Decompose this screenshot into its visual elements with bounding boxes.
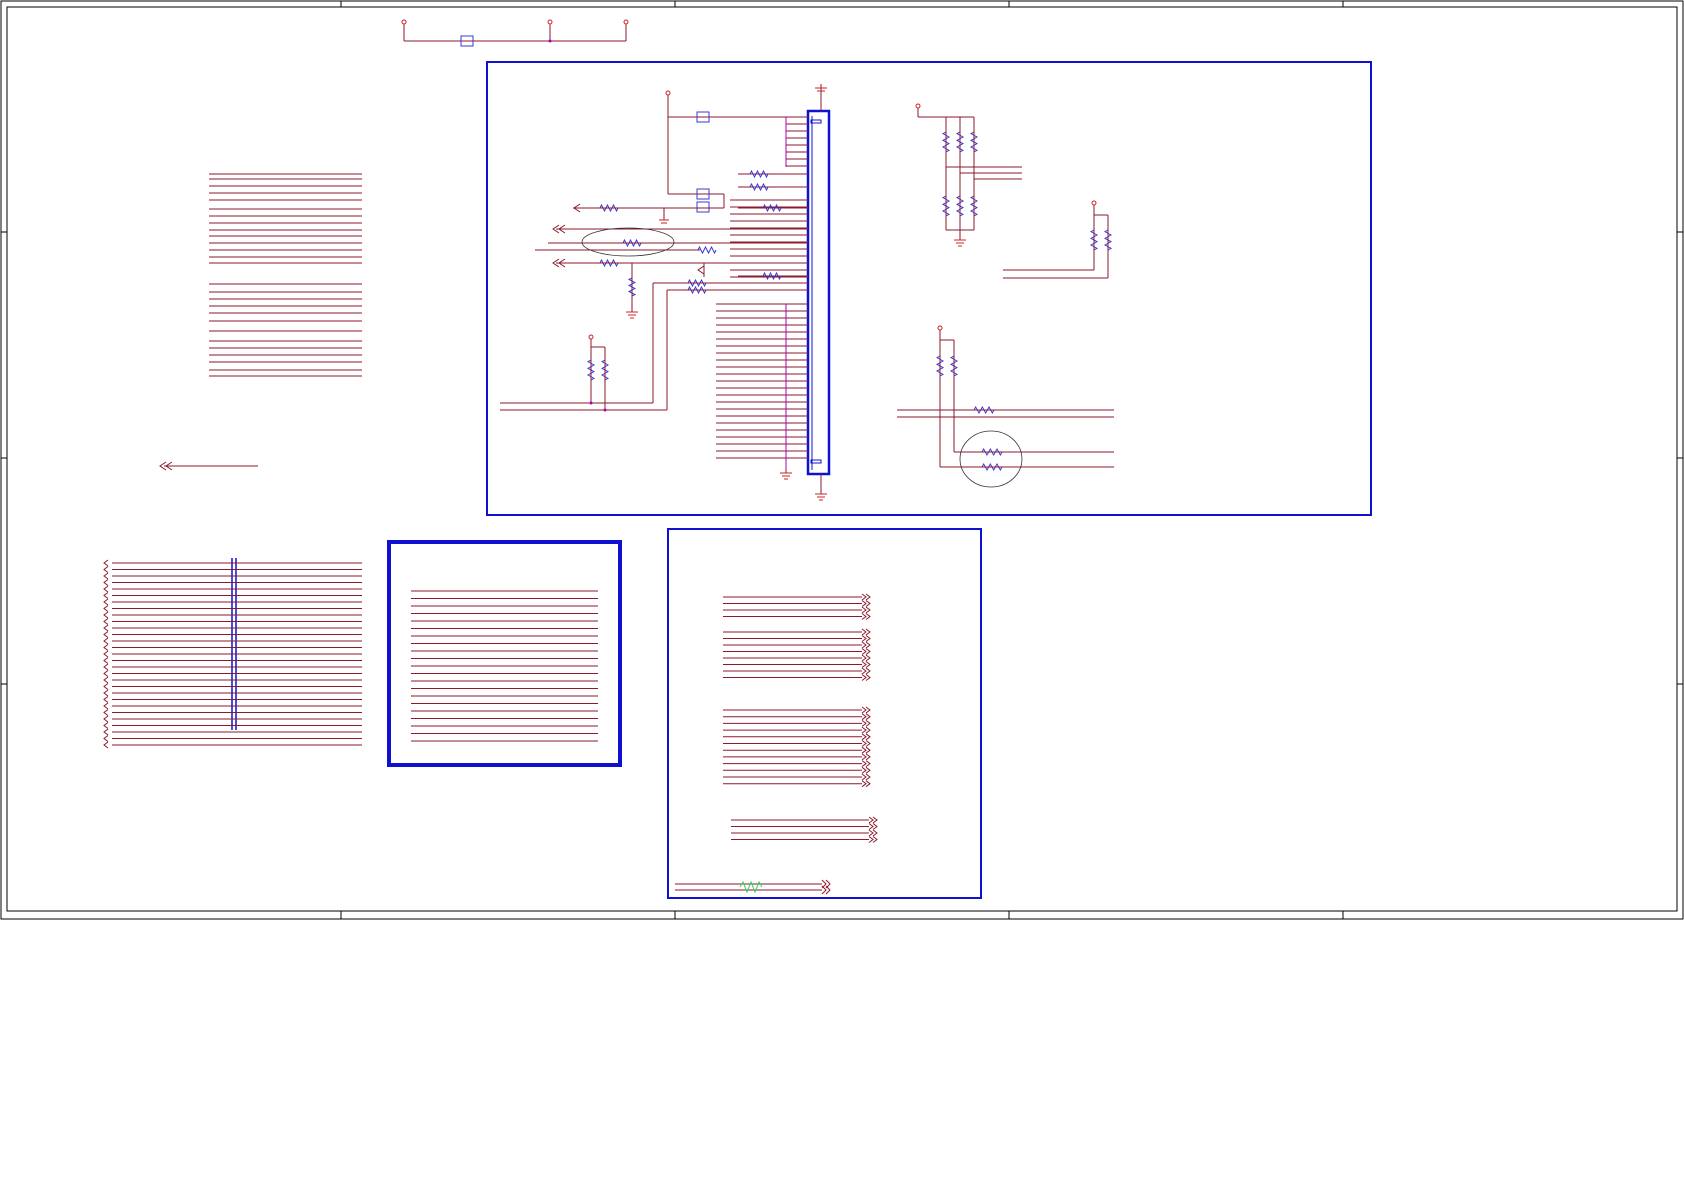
- resistor-icon: [762, 271, 782, 281]
- top-power-rail: [401, 19, 629, 47]
- power-port-icon: [401, 19, 407, 25]
- offpage-connector-icon: [103, 676, 109, 684]
- lower-left-nets: [500, 282, 808, 412]
- offpage-connector-icon: [103, 657, 109, 664]
- offpage-connector-icon: [103, 689, 109, 697]
- resistor-icon: [749, 169, 769, 179]
- connector-header-icon: [806, 109, 831, 476]
- offpage-connector-icon: [103, 572, 109, 580]
- bus-block: [387, 540, 622, 767]
- drawing-frame: [0, 0, 1684, 920]
- offpage-connector-icon: [861, 766, 871, 774]
- header-pin-wires: [716, 116, 808, 480]
- offpage-connector-icon: [103, 683, 109, 690]
- offpage-connector-icon: [861, 635, 871, 642]
- offpage-connector-icon: [103, 585, 109, 593]
- offpage-connector-icon: [861, 674, 871, 681]
- offpage-connector-icon: [103, 598, 109, 606]
- offpage-connector-icon: [861, 760, 871, 767]
- offpage-connector-icon: [103, 650, 109, 658]
- offpage-connector-icon: [861, 654, 871, 662]
- power-port-icon: [623, 19, 629, 25]
- offpage-connector-icon: [103, 566, 109, 573]
- offpage-connector-icon: [103, 592, 109, 599]
- offpage-connector-icon: [103, 644, 109, 651]
- offpage-connector-icon: [861, 613, 871, 620]
- offpage-connector-icon: [861, 713, 871, 721]
- pullup-array: [915, 103, 1022, 247]
- offpage-connector-icon: [103, 618, 109, 625]
- left-upper-net-list: [209, 173, 362, 377]
- offpage-connector-icon: [861, 706, 871, 714]
- resistor-icon: [762, 203, 782, 213]
- offpage-connector-icon: [868, 816, 878, 824]
- offpage-connector-icon: [861, 753, 871, 761]
- offpage-connector-icon: [103, 605, 109, 612]
- offpage-connector-icon: [103, 579, 109, 586]
- ground-icon: [815, 84, 827, 111]
- offpage-connector-icon: [861, 661, 871, 668]
- offpage-connector-icon: [861, 648, 871, 655]
- offpage-connector-icon: [861, 667, 871, 675]
- offpage-connector-icon: [103, 735, 109, 742]
- offpage-connector-icon: [861, 641, 871, 649]
- offpage-connector-icon: [868, 829, 878, 837]
- offpage-connector-icon: [103, 611, 109, 619]
- offpage-connector-icon: [861, 606, 871, 614]
- left-arrow-net: [159, 461, 258, 471]
- offpage-connector-icon: [103, 741, 109, 749]
- offpage-connector-icon: [868, 836, 878, 843]
- offpage-connector-icon: [861, 746, 871, 754]
- offpage-connector-icon: [103, 637, 109, 645]
- offpage-connector-icon: [861, 773, 871, 781]
- offpage-connector-icon: [103, 722, 109, 729]
- offpage-connector-icon: [821, 879, 831, 895]
- offpage-connector-icon: [861, 593, 871, 601]
- bus-net-list: [103, 558, 362, 749]
- offpage-connector-icon: [103, 631, 109, 638]
- offpage-connector-icon: [861, 600, 871, 607]
- ground-icon: [815, 474, 827, 501]
- lower-right-group: [897, 325, 1114, 488]
- offpage-connector-icon: [103, 715, 109, 723]
- offpage-connector-icon: [868, 823, 878, 830]
- offpage-connector-icon: [103, 663, 109, 671]
- offpage-connector-icon: [103, 728, 109, 736]
- offpage-connector-icon: [861, 726, 871, 734]
- port-block: [667, 528, 982, 899]
- schematic-sheet: [0, 0, 1684, 920]
- resistor-icon: [749, 182, 769, 192]
- power-port-icon: [547, 19, 553, 25]
- capacitor-icon: [696, 201, 710, 213]
- offpage-connector-icon: [103, 702, 109, 710]
- offpage-connector-icon: [861, 733, 871, 741]
- connector-block: [486, 61, 1372, 516]
- resistor-icon: [697, 245, 717, 255]
- offpage-connector-icon: [103, 670, 109, 677]
- offpage-connector-icon: [103, 696, 109, 703]
- offpage-connector-icon: [861, 628, 871, 636]
- offpage-connector-icon: [103, 559, 109, 567]
- offpage-connector-icon: [861, 780, 871, 788]
- offpage-connector-icon: [861, 720, 871, 727]
- offpage-connector-icon: [103, 624, 109, 632]
- offpage-connector-icon: [103, 709, 109, 716]
- offpage-connector-icon: [861, 740, 871, 747]
